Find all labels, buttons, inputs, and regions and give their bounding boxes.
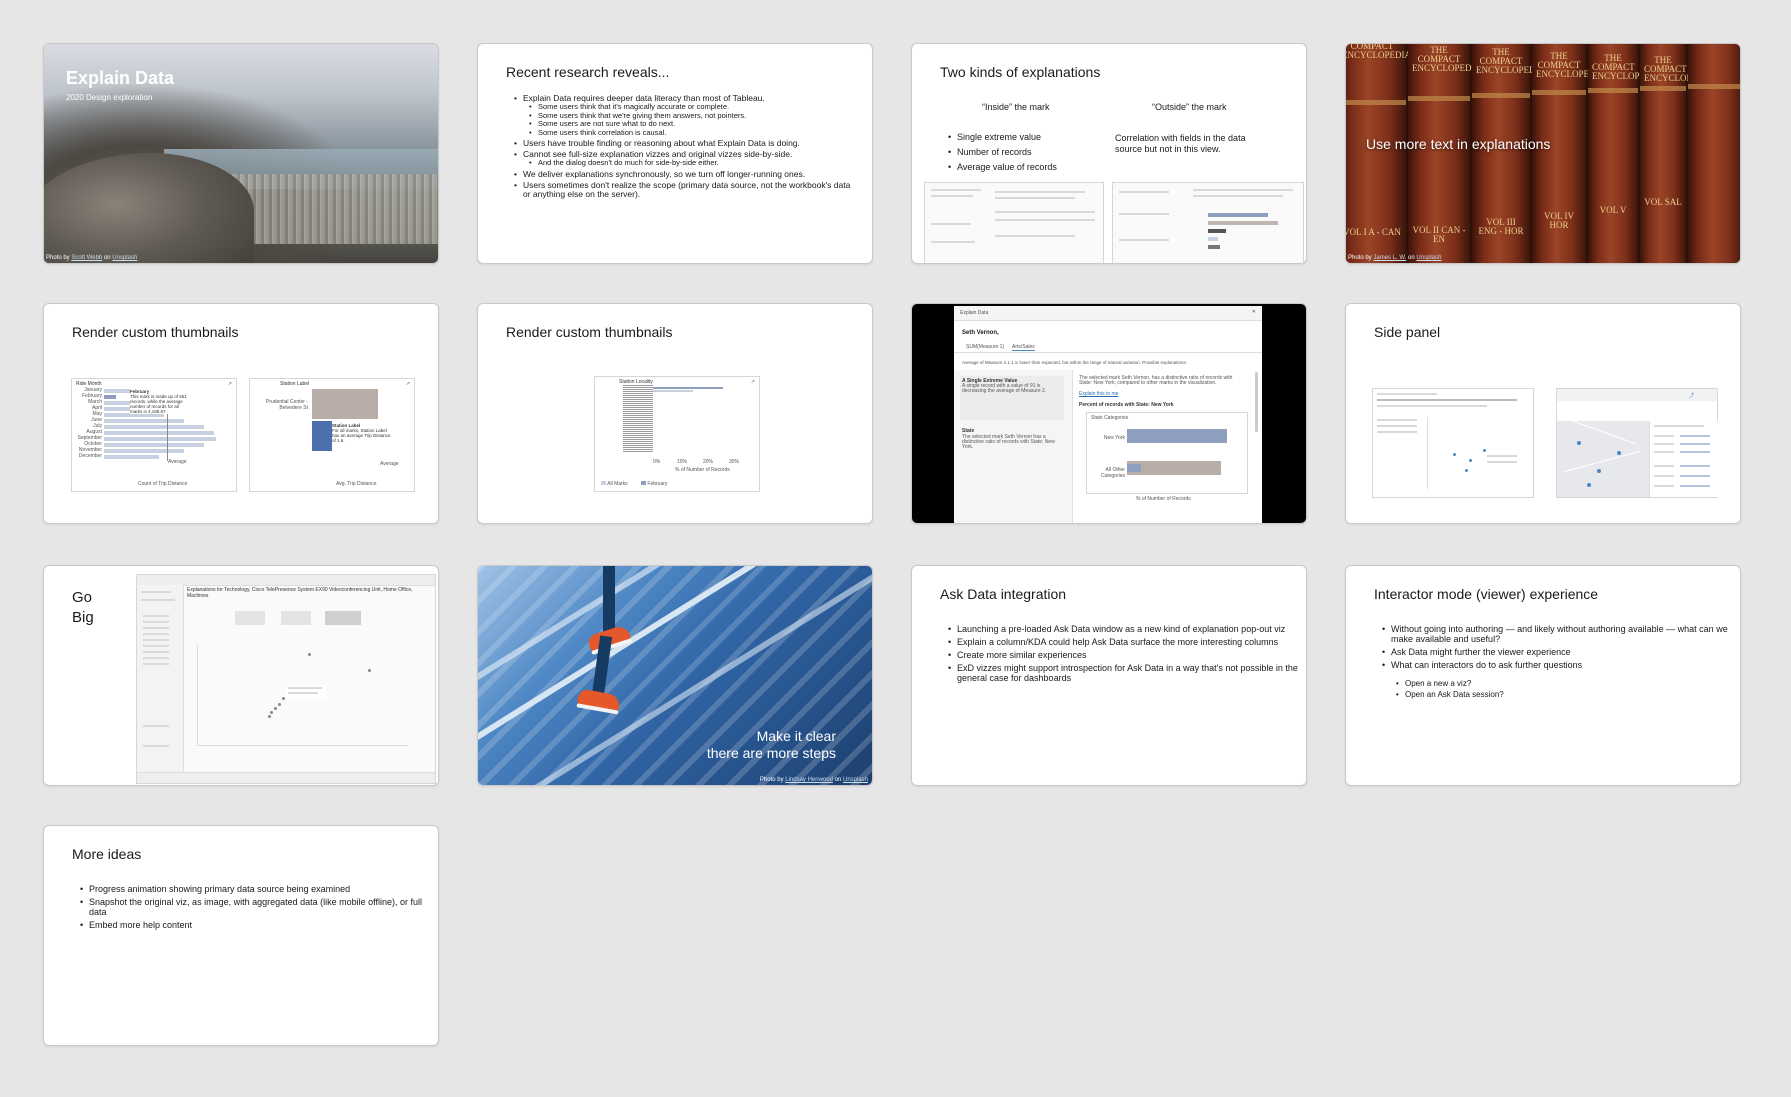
- slide-thumbnail-side-panel[interactable]: Side panel ⤴: [1345, 303, 1741, 524]
- slide-thumbnail-two-kinds[interactable]: Two kinds of explanations “Inside” the m…: [911, 43, 1307, 264]
- sub-bullet: And the dialog doesn't do much for side-…: [529, 158, 858, 168]
- tableau-workbook-screenshot: Explanations for Technology, Cisco TeleP…: [136, 574, 436, 784]
- close-icon[interactable]: ✕: [1252, 309, 1256, 315]
- outside-text: Correlation with fields in the data sour…: [1115, 133, 1246, 154]
- photo-credit: Photo by Lindsay Henwood on Unsplash: [759, 777, 868, 783]
- photo-credit-site-link[interactable]: Unsplash: [843, 777, 868, 783]
- sub-bullet: Some users think correlation is causal.: [529, 128, 858, 138]
- bullet-list: Launching a pre-loaded Ask Data window a…: [940, 624, 1299, 683]
- outside-heading: “Outside” the mark: [1152, 102, 1227, 112]
- slide-thumbnail-ask-data[interactable]: Ask Data integration Launching a pre-loa…: [911, 565, 1307, 786]
- slide-thumbnail-recent-research[interactable]: Recent research reveals... Explain Data …: [477, 43, 873, 264]
- inside-mark-screenshot: [924, 182, 1104, 263]
- tab-arts-sales[interactable]: Arts/Sales: [1012, 344, 1035, 351]
- slide-sorter-grid: Explain Data 2020 Design exploration Pho…: [0, 0, 1791, 1097]
- slide-title: Render custom thumbnails: [72, 324, 239, 340]
- bullet: Without going into authoring — and likel…: [1382, 624, 1733, 644]
- sub-bullet: Open a new a viz?: [1396, 678, 1504, 689]
- slide-subtitle: 2020 Design exploration: [66, 93, 153, 102]
- photo-credit-author-link[interactable]: Scott Webb: [71, 255, 102, 261]
- slide-title: Two kinds of explanations: [940, 64, 1101, 80]
- slide-title: Recent research reveals...: [506, 64, 670, 80]
- slide-title: Explain Data: [66, 68, 175, 88]
- tooltip: February This mark is made up of 651 rec…: [130, 389, 192, 414]
- slide-caption: Use more text in explanations: [1366, 136, 1551, 152]
- slide-thumbnail-use-more-text[interactable]: COMPACT ENCYCLOPEDIA VOL I A - CAN THE CO…: [1345, 43, 1741, 264]
- slide-thumbnail-render-custom-2[interactable]: Render custom thumbnails Station Localit…: [477, 303, 873, 524]
- bullet: Snapshot the original viz, as image, wit…: [80, 897, 431, 917]
- bullet-list: Progress animation showing primary data …: [72, 884, 431, 930]
- slide-thumbnail-explain-data[interactable]: Explain Data 2020 Design exploration Pho…: [43, 43, 439, 264]
- slide-thumbnail-make-it-clear[interactable]: Make it clear there are more steps Photo…: [477, 565, 873, 786]
- bullet: Launching a pre-loaded Ask Data window a…: [948, 624, 1299, 634]
- bullet-list: Explain Data requires deeper data litera…: [506, 94, 858, 199]
- slide-caption: Make it clear there are more steps: [706, 728, 836, 761]
- tooltip: Station Label For all marks, Station Lab…: [332, 423, 392, 443]
- slide-title: Go Big: [72, 589, 94, 626]
- station-locality-viz: Station Locality ↗ 0% 10% 20% 30% % of N…: [594, 376, 760, 492]
- photo-credit: Photo by Scott Webb on Unsplash: [46, 255, 138, 261]
- station-label-viz: Station Label ↗ Prudential Center - Belv…: [249, 378, 415, 492]
- bullet: Average value of records: [948, 160, 1057, 175]
- explain-data-dialog: Explain Data ✕ Seth Vernon, SUM(Measure …: [954, 306, 1262, 523]
- bullet: Users have trouble finding or reasoning …: [514, 139, 858, 149]
- side-panel-screenshot-2: ⤴: [1556, 388, 1718, 498]
- bullet: Embed more help content: [80, 920, 431, 930]
- bullet: Ask Data might further the viewer experi…: [1382, 647, 1733, 657]
- encyclopedia-books-photo: COMPACT ENCYCLOPEDIA VOL I A - CAN THE CO…: [1346, 44, 1740, 263]
- scrollbar[interactable]: [1255, 372, 1258, 432]
- slide-title: More ideas: [72, 846, 142, 862]
- bullet: What can interactors do to ask further q…: [1382, 660, 1733, 670]
- outside-mark-screenshot: [1112, 182, 1304, 263]
- external-link-icon: ↗: [750, 379, 755, 385]
- external-link-icon: ↗: [405, 381, 410, 387]
- slide-thumbnail-interactor-mode[interactable]: Interactor mode (viewer) experience With…: [1345, 565, 1741, 786]
- slide-thumbnail-explain-dialog[interactable]: Explain Data ✕ Seth Vernon, SUM(Measure …: [911, 303, 1307, 524]
- photo-credit-author-link[interactable]: James L. W.: [1373, 255, 1406, 261]
- sub-bullet: Open an Ask Data session?: [1396, 689, 1504, 700]
- bullet: ExD vizzes might support introspection f…: [948, 663, 1299, 683]
- slide-title: Ask Data integration: [940, 586, 1067, 602]
- photo-credit-site-link[interactable]: Unsplash: [1416, 255, 1441, 261]
- bullet: Single extreme value: [948, 130, 1057, 145]
- bullet: Users sometimes don't realize the scope …: [514, 180, 858, 199]
- photo-credit-author-link[interactable]: Lindsay Henwood: [785, 777, 833, 783]
- bullet: Progress animation showing primary data …: [80, 884, 431, 894]
- slide-title: Interactor mode (viewer) experience: [1374, 586, 1599, 602]
- photo-credit-site-link[interactable]: Unsplash: [112, 255, 137, 261]
- slide-thumbnail-more-ideas[interactable]: More ideas Progress animation showing pr…: [43, 825, 439, 1046]
- bullet: Create more similar experiences: [948, 650, 1299, 660]
- photo-credit: Photo by James L. W. on Unsplash: [1348, 255, 1442, 261]
- inside-heading: “Inside” the mark: [982, 102, 1050, 112]
- external-link-icon: ↗: [227, 381, 232, 387]
- sub-bullet-list: Open a new a viz? Open an Ask Data sessi…: [1388, 678, 1504, 700]
- inside-bullets: Single extreme value Number of records A…: [940, 130, 1057, 175]
- slide-title: Side panel: [1374, 324, 1441, 340]
- bullet: Number of records: [948, 145, 1057, 160]
- slide-thumbnail-render-custom-1[interactable]: Render custom thumbnails Ride Month ↗ Ja…: [43, 303, 439, 524]
- explain-link[interactable]: Explain this to me: [1079, 391, 1118, 397]
- slide-title: Render custom thumbnails: [506, 324, 673, 340]
- bullet: Explain a column/KDA could help Ask Data…: [948, 637, 1299, 647]
- tab-measure[interactable]: SUM(Measure 1): [966, 344, 1004, 350]
- bullet: We deliver explanations synchronously, s…: [514, 169, 858, 179]
- share-icon: ⤴: [1689, 393, 1695, 399]
- bullet-list: Without going into authoring — and likel…: [1374, 624, 1733, 670]
- slide-thumbnail-go-big[interactable]: Go Big Explanations for Technology, Cisc: [43, 565, 439, 786]
- ride-month-viz: Ride Month ↗ January February March Apri…: [71, 378, 237, 492]
- side-panel-screenshot-1: [1372, 388, 1534, 498]
